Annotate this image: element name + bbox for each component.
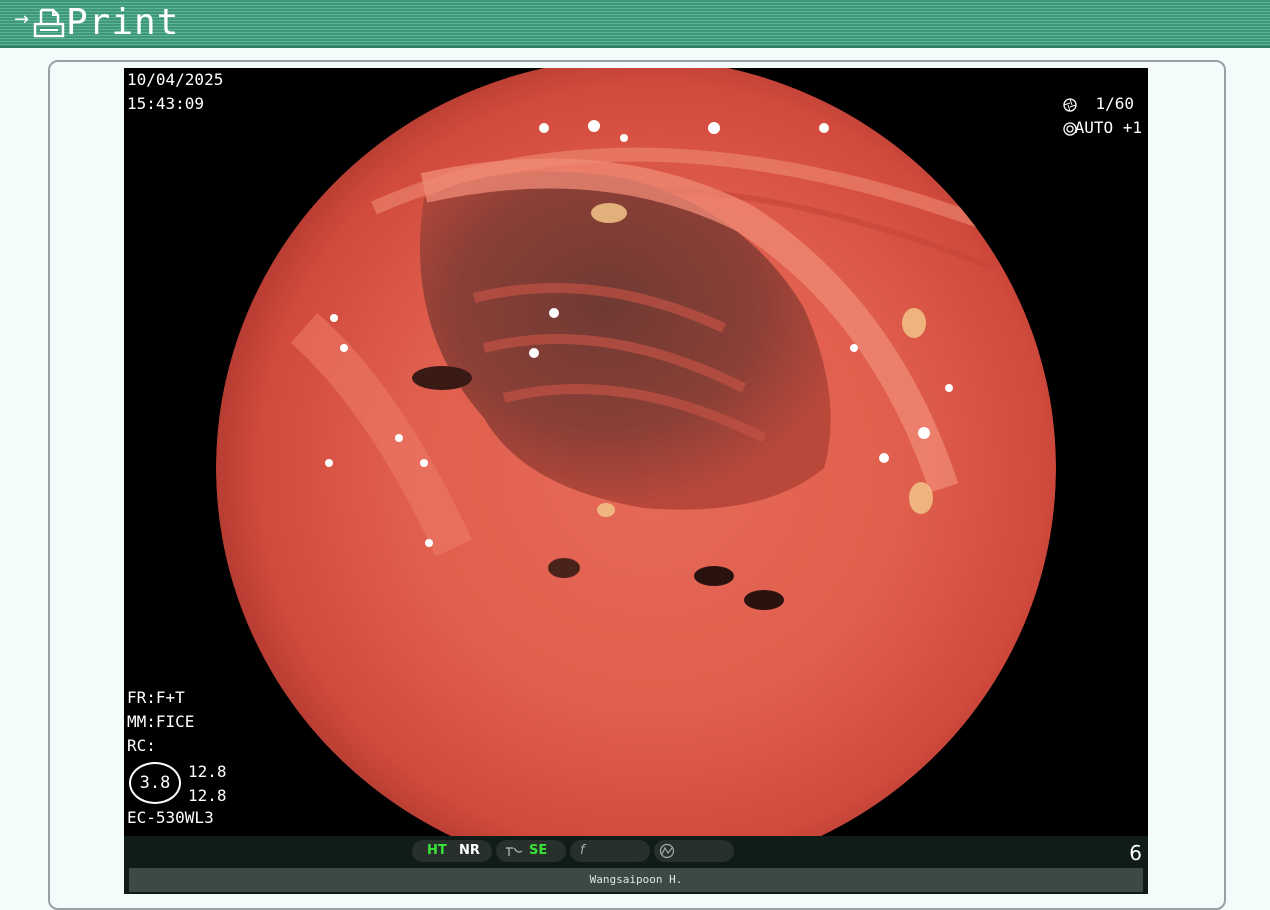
arrow-right-icon: → xyxy=(14,9,30,30)
mode-icon xyxy=(659,843,675,859)
mm-text: MM:FICE xyxy=(127,712,195,731)
printer-icon[interactable] xyxy=(32,6,66,40)
date-text: 10/04/2025 xyxy=(127,70,224,89)
ht-label: HT xyxy=(427,843,447,858)
value-2-text: 12.8 xyxy=(188,786,227,805)
value-1-text: 12.8 xyxy=(188,762,227,781)
header-bar: → Print xyxy=(0,0,1270,48)
se-pill: SE xyxy=(496,840,566,862)
rc-text: RC: xyxy=(127,736,156,755)
endoscopy-screen: 10/04/2025 15:43:09 1/60 AUTO +1 FR:F+T … xyxy=(124,68,1148,894)
aperture-icon xyxy=(1063,98,1077,112)
structure-enhance-icon xyxy=(506,847,523,856)
page-title[interactable]: Print xyxy=(66,3,179,43)
se-label: SE xyxy=(529,843,548,858)
iris-text: AUTO +1 xyxy=(1074,118,1142,137)
f-pill: f xyxy=(570,840,650,862)
endoscopy-image xyxy=(124,68,1148,838)
nr-label: NR xyxy=(459,843,480,858)
mode-pill xyxy=(654,840,734,862)
operator-name: Wangsaipoon H. xyxy=(129,868,1143,892)
fr-text: FR:F+T xyxy=(127,688,185,707)
scope-model-text: EC-530WL3 xyxy=(127,808,214,827)
time-text: 15:43:09 xyxy=(127,94,205,113)
shutter-text: 1/60 xyxy=(1095,94,1134,113)
zoom-indicator: 3.8 xyxy=(129,762,181,804)
page-number: 6 xyxy=(1129,841,1142,865)
status-bar: HT NR SE f 6 Wangsaipoon H. xyxy=(124,836,1148,894)
ht-nr-pill: HT NR xyxy=(412,840,492,862)
f-symbol: f xyxy=(580,843,585,858)
